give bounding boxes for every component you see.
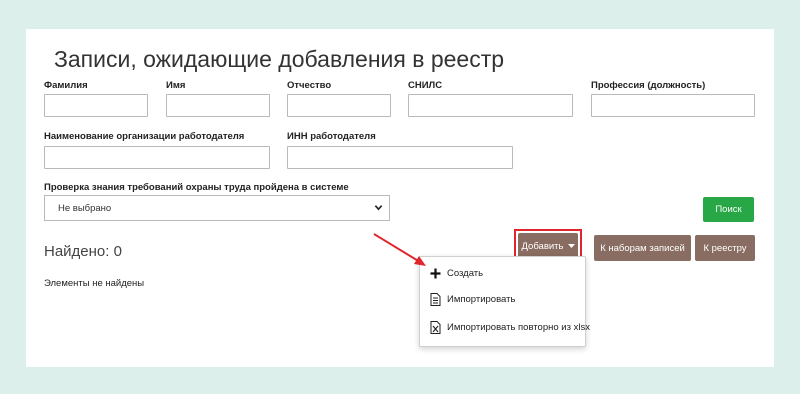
empty-message: Элементы не найдены	[44, 278, 145, 289]
check-passed-select[interactable]: Не выбрано	[44, 195, 390, 221]
chevron-down-icon	[374, 205, 383, 211]
menu-item-import[interactable]: Импортировать	[430, 291, 515, 307]
check-passed-value: Не выбрано	[58, 203, 112, 214]
excel-file-icon	[430, 320, 441, 334]
last-name-label: Фамилия	[44, 80, 88, 91]
patronymic-input[interactable]	[287, 94, 391, 117]
found-count: Найдено: 0	[44, 243, 122, 260]
menu-item-create-label: Создать	[447, 267, 484, 279]
add-dropdown-menu: Создать Импортировать Импортировать повт…	[419, 256, 590, 347]
document-icon	[430, 292, 441, 306]
employer-name-label: Наименование организации работодателя	[44, 131, 245, 142]
snils-label: СНИЛС	[408, 80, 443, 91]
search-button[interactable]: Поиск	[703, 197, 754, 222]
plus-icon	[430, 268, 441, 278]
employer-inn-input[interactable]	[287, 146, 513, 169]
last-name-input[interactable]	[44, 94, 148, 117]
snils-input[interactable]	[408, 94, 573, 117]
to-registry-button[interactable]: К реестру	[695, 235, 755, 261]
menu-item-reimport-label: Импортировать повторно из xlsx	[447, 321, 590, 333]
add-button-label: Добавить	[521, 240, 564, 252]
to-record-sets-button[interactable]: К наборам записей	[594, 235, 691, 261]
page-title: Записи, ожидающие добавления в реестр	[54, 46, 505, 72]
menu-item-import-label: Импортировать	[447, 293, 516, 305]
menu-item-create[interactable]: Создать	[430, 265, 483, 281]
patronymic-label: Отчество	[287, 80, 332, 91]
employer-name-input[interactable]	[44, 146, 270, 169]
profession-input[interactable]	[591, 94, 755, 117]
menu-item-reimport-xlsx[interactable]: Импортировать повторно из xlsx	[430, 319, 590, 335]
first-name-label: Имя	[166, 80, 186, 91]
employer-inn-label: ИНН работодателя	[287, 131, 376, 142]
check-passed-label: Проверка знания требований охраны труда …	[44, 182, 349, 193]
first-name-input[interactable]	[166, 94, 270, 117]
profession-label: Профессия (должность)	[591, 80, 706, 91]
records-panel: Записи, ожидающие добавления в реестр Фа…	[26, 29, 774, 367]
caret-down-icon	[567, 243, 575, 248]
